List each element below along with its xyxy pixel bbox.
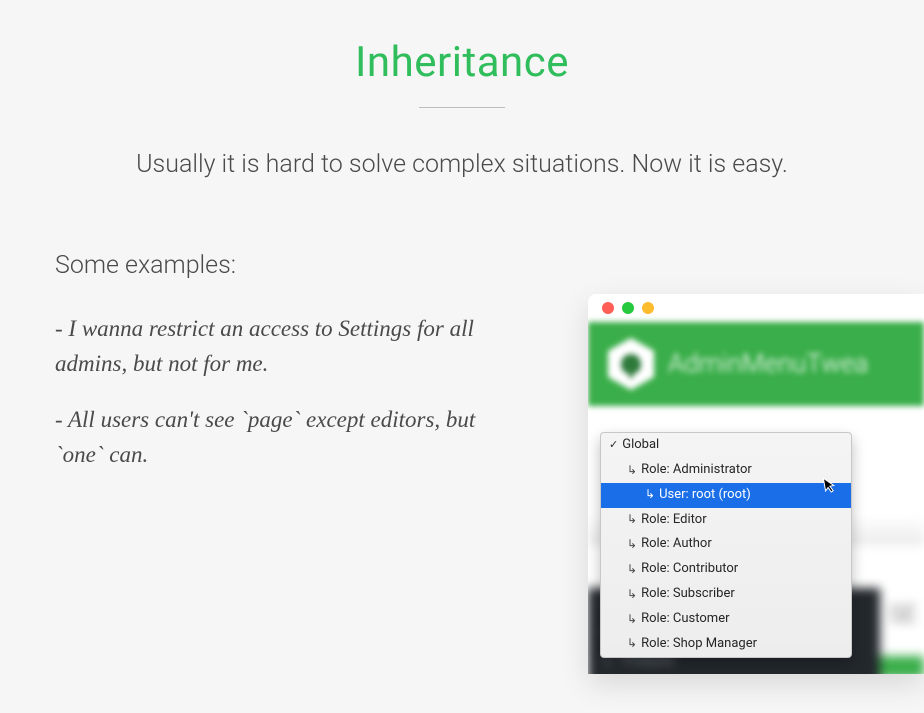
indent-arrow-icon: ↳ <box>627 462 637 479</box>
dropdown-item-label: Role: Customer <box>641 610 729 629</box>
indent-arrow-icon: ↳ <box>645 486 655 503</box>
app-title: AdminMenuTwea <box>668 349 868 379</box>
example-1: - I wanna restrict an access to Settings… <box>55 312 495 381</box>
indent-arrow-icon: ↳ <box>627 611 637 628</box>
indent-arrow-icon: ↳ <box>627 635 637 652</box>
examples-column: Some examples: - I wanna restrict an acc… <box>55 251 495 494</box>
app-logo-icon <box>608 338 654 390</box>
mac-titlebar <box>588 294 924 322</box>
page-heading: Inheritance <box>0 38 924 87</box>
dropdown-item-label: Role: Subscriber <box>641 585 735 604</box>
indent-arrow-icon: ↳ <box>627 536 637 553</box>
examples-label: Some examples: <box>55 251 495 280</box>
indent-arrow-icon: ↳ <box>627 561 637 578</box>
dropdown-item-2[interactable]: ↳Role: Editor <box>601 508 851 533</box>
dropdown-item-1[interactable]: ↳User: root (root) <box>601 483 851 508</box>
divider <box>419 107 505 108</box>
dropdown-item-3[interactable]: ↳Role: Author <box>601 532 851 557</box>
dropdown-item-0[interactable]: ↳Role: Administrator <box>601 458 851 483</box>
close-icon[interactable] <box>602 302 614 314</box>
indent-arrow-icon: ↳ <box>627 511 637 528</box>
dropdown-item-label: Role: Editor <box>641 511 707 530</box>
dropdown-item-label: Role: Contributor <box>641 560 738 579</box>
dropdown-item-global[interactable]: Global <box>601 433 851 458</box>
page-subtitle: Usually it is hard to solve complex situ… <box>0 150 924 179</box>
dropdown-item-6[interactable]: ↳Role: Customer <box>601 607 851 632</box>
dropdown-item-7[interactable]: ↳Role: Shop Manager <box>601 632 851 657</box>
dropdown-item-4[interactable]: ↳Role: Contributor <box>601 557 851 582</box>
role-dropdown[interactable]: Global ↳Role: Administrator↳User: root (… <box>600 432 852 658</box>
screenshot-window: AdminMenuTwea Comments WooCommerce Produ… <box>588 294 924 674</box>
dropdown-item-5[interactable]: ↳Role: Subscriber <box>601 582 851 607</box>
minimize-icon[interactable] <box>622 302 634 314</box>
indent-arrow-icon: ↳ <box>627 586 637 603</box>
dropdown-item-label: Role: Shop Manager <box>641 635 757 654</box>
example-2: - All users can't see `page` except edit… <box>55 403 495 472</box>
dropdown-item-label: User: root (root) <box>659 486 751 505</box>
dropdown-item-label: Role: Administrator <box>641 461 752 480</box>
dropdown-item-label: Role: Author <box>641 535 712 554</box>
maximize-icon[interactable] <box>642 302 654 314</box>
app-header: AdminMenuTwea <box>588 322 924 406</box>
